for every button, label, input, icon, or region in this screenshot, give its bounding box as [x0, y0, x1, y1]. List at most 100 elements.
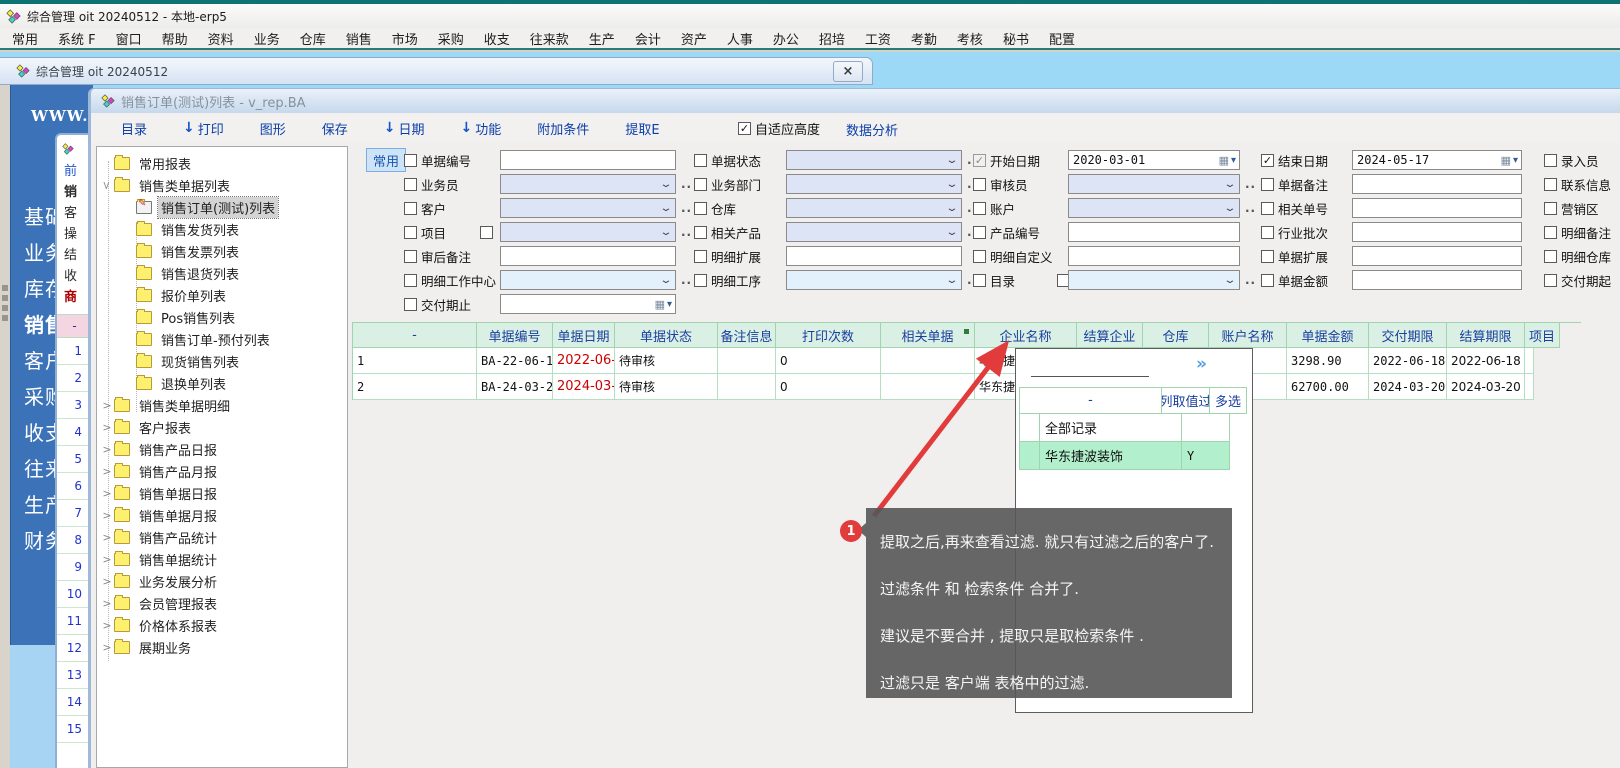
table-row[interactable]: 1BA-22-06-18-00022022-06-18待审核0华东捷波装饰329… — [353, 348, 1581, 374]
filter-field[interactable]: ⌄ ▦ — [1352, 222, 1522, 242]
tree-item[interactable]: 销售类单据列表 — [97, 174, 347, 196]
chevron-down-icon[interactable]: ⌄ — [1223, 275, 1243, 286]
filter-checkbox[interactable] — [404, 178, 417, 191]
background-window-strip[interactable]: 前销客操结收商 - 123456789101112131415 — [55, 133, 92, 768]
filter-pre-checkbox[interactable] — [480, 226, 493, 239]
chevron-down-icon[interactable]: ⌄ — [945, 155, 965, 166]
filter-field[interactable]: ⌄ ▦ — [1352, 174, 1522, 194]
tree-chevron-icon[interactable] — [100, 531, 114, 544]
filter-field[interactable]: ⌄ ▦ — [500, 198, 676, 218]
filter-checkbox[interactable] — [404, 298, 417, 311]
calendar-icon[interactable]: ▦ — [655, 298, 675, 311]
calendar-icon[interactable]: ▦ — [1501, 154, 1521, 167]
filter-checkbox[interactable] — [1261, 226, 1274, 239]
menu-item[interactable]: 生产 — [589, 29, 615, 48]
column-header[interactable]: 项目 — [1525, 323, 1560, 348]
chevron-down-icon[interactable]: ⌄ — [1223, 203, 1243, 214]
filter-field[interactable]: 2024-05-17 ⌄ ▦ — [1352, 150, 1522, 170]
toolbar-item[interactable]: ↓保存 — [322, 119, 348, 138]
filter-checkbox[interactable] — [1261, 202, 1274, 215]
toolbar-item[interactable]: ↓功能 — [461, 119, 502, 138]
filter-field[interactable]: ⌄ ▦ — [500, 270, 676, 290]
tree-item[interactable]: 销售产品统计 — [97, 526, 347, 548]
tree-item[interactable]: 销售产品月报 — [97, 460, 347, 482]
filter-checkbox[interactable] — [694, 178, 707, 191]
chevron-down-icon[interactable]: ⌄ — [659, 227, 679, 238]
column-header[interactable]: 单据状态 — [615, 323, 718, 348]
filter-checkbox[interactable] — [1544, 274, 1557, 287]
tree-item[interactable]: 销售发票列表 — [97, 240, 347, 262]
chevron-down-icon[interactable]: ⌄ — [659, 179, 679, 190]
tree-item[interactable]: 常用报表 — [97, 152, 347, 174]
chevron-down-icon[interactable]: ⌄ — [945, 275, 965, 286]
menu-item[interactable]: 帮助 — [162, 29, 188, 48]
filter-field[interactable]: ⌄ ▦ — [1068, 270, 1240, 290]
filter-checkbox[interactable] — [973, 178, 986, 191]
tree-item[interactable]: 会员管理报表 — [97, 592, 347, 614]
tree-item[interactable]: 客户报表 — [97, 416, 347, 438]
autofit-checkbox[interactable] — [738, 122, 751, 135]
toolbar-item[interactable]: ↓日期 — [384, 119, 425, 138]
tree-item[interactable]: 销售单据日报 — [97, 482, 347, 504]
column-header[interactable]: 相关单据 — [881, 323, 975, 348]
autofit-toggle[interactable]: 自适应高度 — [738, 119, 820, 138]
filter-field[interactable]: ⌄ ▦ — [786, 246, 962, 266]
tree-item[interactable]: 展期业务 — [97, 636, 347, 658]
filter-field[interactable]: ⌄ ▦ — [1068, 222, 1240, 242]
tree-chevron-icon[interactable] — [100, 641, 114, 654]
filter-checkbox[interactable] — [1544, 178, 1557, 191]
tree-chevron-icon[interactable] — [100, 465, 114, 478]
tree-item[interactable]: 销售发货列表 — [97, 218, 347, 240]
filter-checkbox[interactable] — [1261, 250, 1274, 263]
filter-checkbox[interactable] — [694, 202, 707, 215]
tree-chevron-icon[interactable] — [100, 575, 114, 588]
filter-checkbox[interactable] — [1544, 202, 1557, 215]
column-header[interactable]: - — [353, 323, 477, 348]
filter-checkbox[interactable] — [973, 250, 986, 263]
column-header[interactable]: 仓库 — [1143, 323, 1209, 348]
close-button[interactable]: × — [833, 61, 863, 82]
menu-item[interactable]: 系统 F — [58, 29, 96, 48]
filter-field[interactable]: ⌄ ▦ — [500, 174, 676, 194]
toolbar-item[interactable]: ↓提取E — [625, 119, 659, 138]
filter-field[interactable]: ⌄ ▦ — [500, 294, 676, 314]
tree-item[interactable]: 销售订单(测试)列表 — [97, 196, 347, 218]
filter-checkbox[interactable] — [1544, 154, 1557, 167]
menu-item[interactable]: 市场 — [392, 29, 418, 48]
filter-field[interactable]: ⌄ ▦ — [1068, 246, 1240, 266]
tree-item[interactable]: 销售类单据明细 — [97, 394, 347, 416]
menu-item[interactable]: 人事 — [727, 29, 753, 48]
menu-item[interactable]: 往来款 — [530, 29, 569, 48]
mdi-window-titlebar[interactable]: 综合管理 oit 20240512 — [0, 57, 873, 85]
filter-checkbox[interactable] — [404, 202, 417, 215]
tree-item[interactable]: 销售订单-预付列表 — [97, 328, 347, 350]
data-analysis-button[interactable]: 数据分析 — [846, 120, 898, 139]
filter-tab-common[interactable]: 常用 — [366, 148, 406, 172]
filter-checkbox[interactable] — [1261, 274, 1274, 287]
popup-row[interactable]: 全部记录 — [1020, 414, 1247, 442]
tree-item[interactable]: 退换单列表 — [97, 372, 347, 394]
chevron-down-icon[interactable]: ⌄ — [945, 179, 965, 190]
chevron-down-icon[interactable]: ⌄ — [659, 203, 679, 214]
chevron-down-icon[interactable]: ⌄ — [945, 203, 965, 214]
menu-item[interactable]: 仓库 — [300, 29, 326, 48]
table-row[interactable]: 2BA-24-03-20-00012024-03-20待审核0华东捷波装饰627… — [353, 374, 1581, 400]
filter-checkbox[interactable] — [694, 226, 707, 239]
chevron-down-icon[interactable]: ⌄ — [1223, 179, 1243, 190]
column-header[interactable]: 结算企业 — [1077, 323, 1143, 348]
popup-search-input[interactable] — [1031, 376, 1149, 377]
tree-item[interactable]: 销售单据月报 — [97, 504, 347, 526]
filter-checkbox[interactable] — [973, 226, 986, 239]
filter-checkbox[interactable] — [1261, 154, 1274, 167]
browse-button[interactable] — [1245, 201, 1256, 215]
filter-field[interactable]: ⌄ ▦ — [786, 222, 962, 242]
tree-chevron-icon[interactable] — [100, 619, 114, 632]
menu-item[interactable]: 办公 — [773, 29, 799, 48]
filter-field[interactable]: ⌄ ▦ — [1352, 198, 1522, 218]
toolbar-item[interactable]: ↓附加条件 — [537, 119, 589, 138]
menu-item[interactable]: 销售 — [346, 29, 372, 48]
calendar-icon[interactable]: ▦ — [1219, 154, 1239, 167]
filter-field[interactable]: ⌄ ▦ — [500, 150, 676, 170]
filter-checkbox[interactable] — [1544, 226, 1557, 239]
column-header[interactable]: 结算期限 — [1447, 323, 1525, 348]
